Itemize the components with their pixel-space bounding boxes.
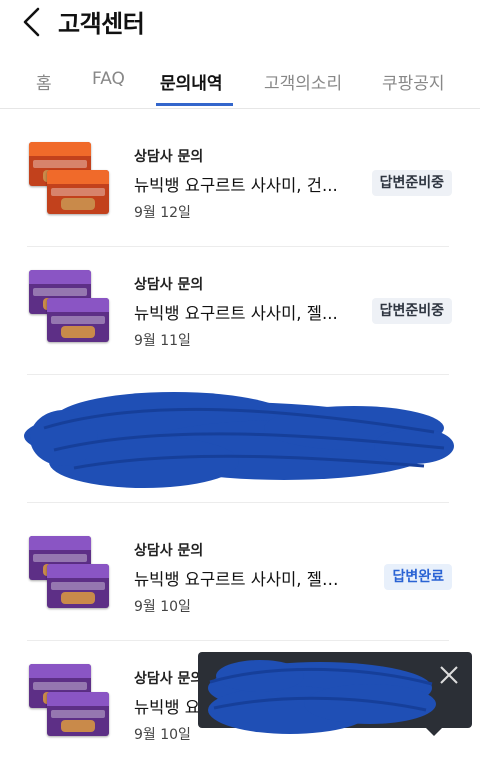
product-thumbnail xyxy=(27,664,115,746)
header: 고객센터 xyxy=(0,0,480,46)
divider xyxy=(27,374,449,375)
inquiry-category: 상담사 문의 xyxy=(134,149,204,165)
inquiry-date: 9월 12일 xyxy=(134,205,191,221)
status-badge: 답변준비중 xyxy=(371,170,452,196)
inquiry-category: 상담사 문의 xyxy=(134,543,204,559)
inquiry-subject: 뉴빅뱅 요구르트 사사미, 젤리... xyxy=(134,570,349,589)
inquiry-date: 9월 10일 xyxy=(134,727,191,743)
close-icon[interactable] xyxy=(438,664,460,686)
product-thumbnail xyxy=(27,536,115,618)
tab-bar: 홈 FAQ 문의내역 고객의소리 쿠팡공지 xyxy=(0,56,480,109)
inquiry-item[interactable]: 상담사 문의 뉴빅뱅 요구르트 사사미, 젤리... 9월 10일 답변완료 xyxy=(0,502,480,641)
tab-customer-voice[interactable]: 고객의소리 xyxy=(264,69,342,94)
tab-inquiry-history[interactable]: 문의내역 xyxy=(160,69,223,94)
product-thumbnail xyxy=(27,142,115,224)
redaction-scribble xyxy=(24,392,454,488)
inquiry-subject: 뉴빅뱅 요구르트 사사미, 젤... xyxy=(134,304,338,323)
inquiry-item[interactable]: 상담사 문의 뉴빅뱅 요구르트 사사미, 젤... 9월 11일 답변준비중 xyxy=(0,236,480,375)
tab-faq[interactable]: FAQ xyxy=(92,69,125,89)
tab-coupang-notice[interactable]: 쿠팡공지 xyxy=(382,69,445,94)
inquiry-subject: 뉴빅뱅 요구르트 사사미, 건... xyxy=(134,176,338,195)
inquiry-category: 상담사 문의 xyxy=(134,671,204,687)
product-thumbnail xyxy=(27,270,115,352)
page-title: 고객센터 xyxy=(58,10,145,38)
active-tab-indicator xyxy=(156,103,233,106)
inquiry-date: 9월 11일 xyxy=(134,333,191,349)
inquiry-item[interactable]: 상담사 문의 뉴빅뱅 요구르트 사사미, 건... 9월 12일 답변준비중 xyxy=(0,108,480,247)
tab-home[interactable]: 홈 xyxy=(36,69,52,94)
inquiry-date: 9월 10일 xyxy=(134,599,191,615)
status-badge: 답변준비중 xyxy=(371,298,452,324)
back-arrow-icon[interactable] xyxy=(18,6,48,38)
status-badge: 답변완료 xyxy=(384,564,452,590)
redaction-scribble xyxy=(208,660,436,734)
inquiry-category: 상담사 문의 xyxy=(134,277,204,293)
